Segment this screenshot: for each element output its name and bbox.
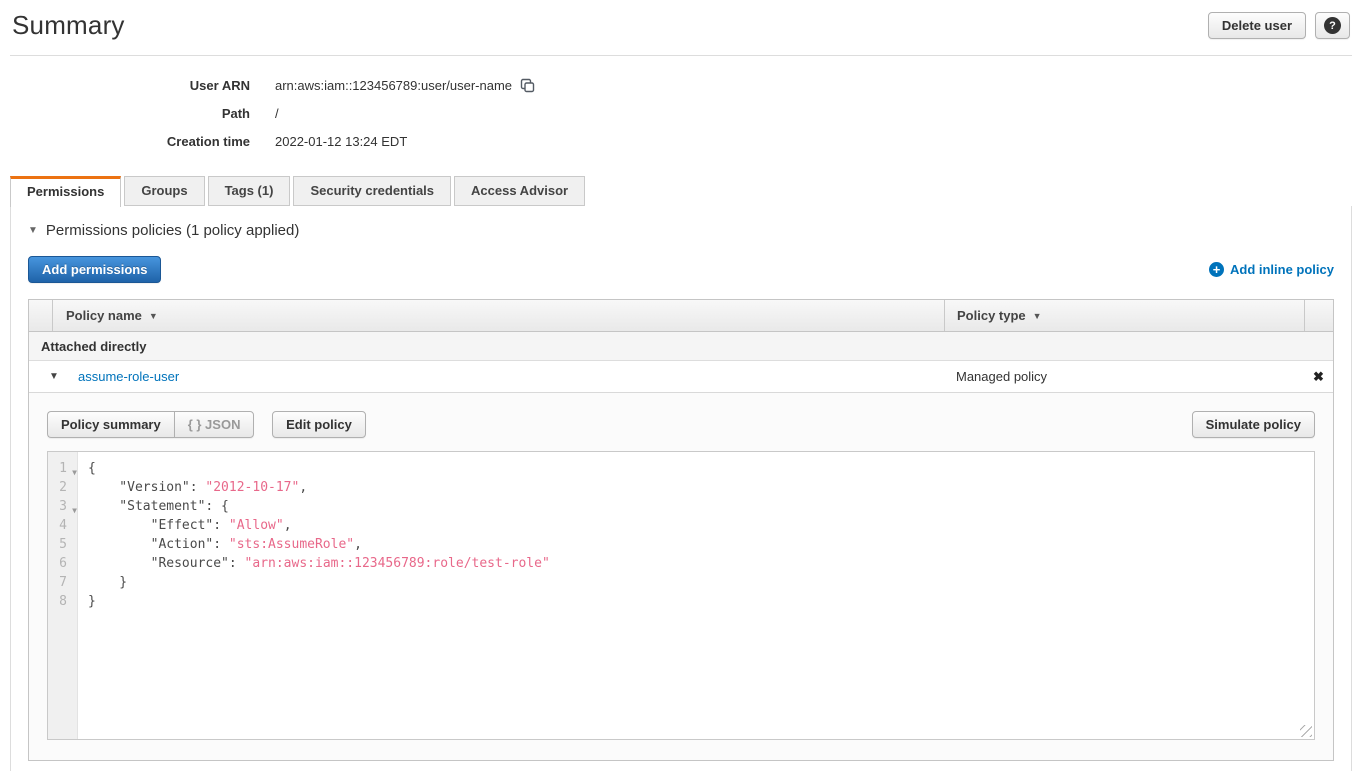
policy-table: Policy name ▼ Policy type ▼ Attached dir… (28, 299, 1334, 761)
remove-column-header (1304, 300, 1333, 331)
simulate-policy-button[interactable]: Simulate policy (1192, 411, 1315, 438)
creation-time-value: 2022-01-12 13:24 EDT (275, 134, 407, 149)
json-view-button[interactable]: { } JSON (174, 411, 255, 438)
edit-policy-button[interactable]: Edit policy (272, 411, 366, 438)
policy-json-editor[interactable]: 1▼23▼45678 { "Version": "2012-10-17", "S… (47, 451, 1315, 740)
code-line: { (88, 459, 1314, 478)
user-arn-text: arn:aws:iam::123456789:user/user-name (275, 78, 512, 93)
line-number: 4 (48, 516, 77, 535)
line-number: 2 (48, 478, 77, 497)
tab-security-credentials[interactable]: Security credentials (293, 176, 451, 206)
line-number: 3▼ (48, 497, 77, 516)
info-row-creation-time: Creation time 2022-01-12 13:24 EDT (0, 127, 1362, 155)
code-line: "Version": "2012-10-17", (88, 478, 1314, 497)
policy-detail-toolbar: Policy summary { } JSON Edit policy Simu… (47, 411, 1315, 438)
code-line: "Resource": "arn:aws:iam::123456789:role… (88, 554, 1314, 573)
tab-permissions[interactable]: Permissions (10, 176, 121, 207)
policy-name-link[interactable]: assume-role-user (52, 369, 944, 384)
user-arn-label: User ARN (0, 78, 250, 93)
creation-time-label: Creation time (0, 134, 250, 149)
header-actions: Delete user ? (1208, 12, 1350, 39)
page-header: Summary Delete user ? (10, 0, 1352, 56)
permissions-tab-panel: ▼ Permissions policies (1 policy applied… (10, 206, 1352, 771)
editor-code: { "Version": "2012-10-17", "Statement": … (78, 452, 1314, 739)
policy-type-header-label: Policy type (957, 308, 1026, 323)
add-inline-policy-link[interactable]: + Add inline policy (1209, 262, 1334, 277)
path-label: Path (0, 106, 250, 121)
tab-bar: Permissions Groups Tags (1) Security cre… (10, 176, 1352, 206)
sort-arrow-icon: ▼ (1033, 311, 1042, 321)
remove-policy-icon[interactable]: ✖ (1304, 369, 1333, 385)
help-button[interactable]: ? (1315, 12, 1350, 39)
info-row-user-arn: User ARN arn:aws:iam::123456789:user/use… (0, 71, 1362, 99)
code-line: "Effect": "Allow", (88, 516, 1314, 535)
policy-name-header-label: Policy name (66, 308, 142, 323)
help-icon: ? (1324, 17, 1341, 34)
policy-table-row: ▼ assume-role-user Managed policy ✖ (29, 361, 1333, 393)
tab-groups[interactable]: Groups (124, 176, 204, 206)
sort-arrow-icon: ▼ (149, 311, 158, 321)
page-title: Summary (12, 10, 125, 41)
user-arn-value: arn:aws:iam::123456789:user/user-name (275, 78, 535, 93)
code-line: "Statement": { (88, 497, 1314, 516)
policy-summary-button[interactable]: Policy summary (47, 411, 174, 438)
tab-access-advisor[interactable]: Access Advisor (454, 176, 585, 206)
policy-detail-panel: Policy summary { } JSON Edit policy Simu… (29, 393, 1333, 760)
attached-directly-group-row: Attached directly (29, 332, 1333, 361)
plus-circle-icon: + (1209, 262, 1224, 277)
policy-view-buttons: Policy summary { } JSON Edit policy (47, 411, 366, 438)
policy-type-value: Managed policy (944, 369, 1304, 384)
section-title: Permissions policies (1 policy applied) (46, 222, 299, 239)
code-line: } (88, 573, 1314, 592)
line-number: 8 (48, 592, 77, 611)
code-line: "Action": "sts:AssumeRole", (88, 535, 1314, 554)
user-info: User ARN arn:aws:iam::123456789:user/use… (0, 56, 1362, 155)
policy-name-column-header[interactable]: Policy name ▼ (52, 300, 944, 331)
delete-user-button[interactable]: Delete user (1208, 12, 1306, 39)
line-number: 7 (48, 573, 77, 592)
line-number: 1▼ (48, 459, 77, 478)
collapse-triangle-icon: ▼ (28, 225, 38, 236)
line-number: 6 (48, 554, 77, 573)
policy-table-header: Policy name ▼ Policy type ▼ (29, 300, 1333, 332)
row-expand-icon[interactable]: ▼ (29, 371, 52, 382)
policy-actions-row: Add permissions + Add inline policy (28, 256, 1334, 283)
add-permissions-button[interactable]: Add permissions (28, 256, 161, 283)
line-number: 5 (48, 535, 77, 554)
editor-resize-handle[interactable] (1300, 725, 1312, 737)
copy-icon[interactable] (520, 78, 535, 93)
policy-type-column-header[interactable]: Policy type ▼ (944, 300, 1304, 331)
path-value: / (275, 106, 279, 121)
editor-gutter: 1▼23▼45678 (48, 452, 78, 739)
tab-tags[interactable]: Tags (1) (208, 176, 291, 206)
code-line: } (88, 592, 1314, 611)
info-row-path: Path / (0, 99, 1362, 127)
permissions-policies-section-header[interactable]: ▼ Permissions policies (1 policy applied… (28, 222, 1334, 239)
expander-column-header (29, 300, 52, 331)
policy-view-toggle: Policy summary { } JSON (47, 411, 254, 438)
add-inline-policy-label: Add inline policy (1230, 262, 1334, 277)
